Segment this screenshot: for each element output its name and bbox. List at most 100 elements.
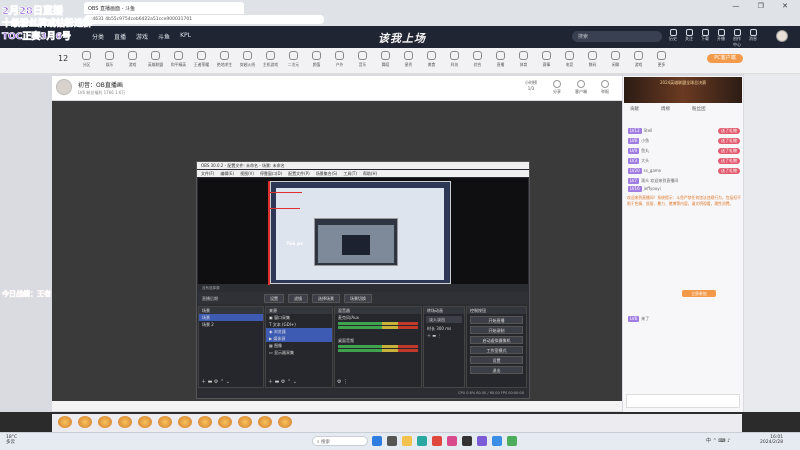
category-item[interactable]: 赛事 [536, 50, 557, 67]
share-button[interactable]: 分享 [546, 80, 568, 95]
gift-icon[interactable] [238, 416, 252, 428]
category-item[interactable]: 科技 [444, 50, 465, 67]
weather-widget[interactable]: 18°C 多云 [6, 435, 17, 445]
app-icon[interactable] [492, 436, 502, 446]
search-input[interactable]: 搜索 [572, 31, 662, 42]
player-control-bar[interactable] [52, 401, 622, 411]
category-item[interactable]: 体育 [513, 50, 534, 67]
nav-item[interactable]: KPL [180, 32, 191, 41]
obs-menu-item[interactable]: 帮助(H) [363, 171, 377, 176]
scene-item[interactable]: 场景 [199, 314, 263, 321]
obs-transition-button[interactable]: 场景切换 [344, 294, 372, 303]
event-logo[interactable]: 该我上场 [378, 30, 426, 46]
report-button[interactable]: 举报 [594, 80, 616, 95]
source-item[interactable]: ▣ 窗口采集 [266, 314, 332, 321]
category-item[interactable]: 户外 [329, 50, 350, 67]
address-bar[interactable]: s4631 4b55c9754ceb6422a51cce900031701 [84, 15, 324, 24]
nav-item[interactable]: 分类 [92, 32, 104, 41]
gift-icon[interactable] [58, 416, 72, 428]
nav-item[interactable]: 游戏 [136, 32, 148, 41]
category-item[interactable]: 穿越火线 [237, 50, 258, 67]
transition-select[interactable]: 淡入淡出 [426, 316, 462, 323]
chat-input[interactable] [626, 394, 740, 408]
obs-menu-item[interactable]: 配置文件(P) [288, 171, 310, 176]
start-recording-button[interactable]: 开始录制 [470, 326, 523, 334]
explorer-icon[interactable] [402, 436, 412, 446]
message-icon[interactable]: 消息 [748, 29, 758, 48]
scene-item[interactable]: 场景 2 [199, 321, 263, 328]
volume-meter[interactable] [338, 322, 418, 325]
obs-menu-item[interactable]: 场景集合(S) [316, 171, 338, 176]
chrome-icon[interactable] [432, 436, 442, 446]
nav-item[interactable]: 斗鱼 [158, 32, 170, 41]
dock-tools[interactable]: ＋ ▬ ⚙ ⌃ ⌄ [268, 378, 297, 385]
app-icon[interactable] [507, 436, 517, 446]
gift-icon[interactable] [178, 416, 192, 428]
source-item[interactable]: T 文本 (GDI+) [266, 321, 332, 328]
category-item[interactable]: 美食 [421, 50, 442, 67]
volume-meter[interactable] [338, 326, 418, 329]
browser-tab[interactable]: OBS 直播画面 - 斗鱼 [84, 2, 244, 14]
source-item[interactable]: ▭ 显示器采集 [266, 349, 332, 356]
transition-tools[interactable]: ＋ ▬ ⋮ [424, 332, 464, 339]
virtual-camera-button[interactable]: 启动虚拟摄像机 [470, 336, 523, 344]
category-item[interactable]: 星秀 [398, 50, 419, 67]
gift-icon[interactable] [138, 416, 152, 428]
gift-icon[interactable] [98, 416, 112, 428]
source-item[interactable]: ▦ 图像 [266, 342, 332, 349]
obs-settings-button[interactable]: 设置 [264, 294, 284, 303]
obs-filter-button[interactable]: 滤镜 [288, 294, 308, 303]
gift-icon[interactable] [118, 416, 132, 428]
nav-item[interactable]: 直播 [114, 32, 126, 41]
category-item[interactable]: 综合 [467, 50, 488, 67]
obs-settings-button[interactable]: 设置 [470, 356, 523, 364]
follow-icon[interactable]: 关注 [684, 29, 694, 48]
clock[interactable]: 16:01 2024/2/28 [760, 435, 783, 445]
obs-menu-item[interactable]: 停靠窗口(D) [260, 171, 282, 176]
tab-contribution[interactable]: 贡献 [630, 106, 639, 112]
category-item[interactable]: 音乐 [352, 50, 373, 67]
obs-icon[interactable] [462, 436, 472, 446]
obs-select-scene-button[interactable]: 选择场景 [312, 294, 340, 303]
join-button[interactable]: 立即参加 [682, 290, 716, 297]
obs-menu-item[interactable]: 编辑(E) [220, 171, 234, 176]
gift-icon[interactable] [218, 416, 232, 428]
creator-icon[interactable]: 创作中心 [732, 29, 742, 48]
tab-fans[interactable]: 粉丝团 [692, 106, 706, 112]
category-item[interactable]: 颜值 [306, 50, 327, 67]
category-item[interactable]: 英雄联盟 [145, 50, 166, 67]
window-controls[interactable]: — ❐ ✕ [732, 2, 796, 10]
studio-mode-button[interactable]: 工作室模式 [470, 346, 523, 354]
category-item[interactable]: 主机游戏 [260, 50, 281, 67]
pc-client-button[interactable]: PC客户端 [707, 54, 743, 63]
edge-icon[interactable] [417, 436, 427, 446]
tab-weekly[interactable]: 周榜 [661, 106, 670, 112]
category-item[interactable]: 分区 [76, 50, 97, 67]
user-avatar[interactable] [776, 30, 788, 42]
category-item[interactable]: 王者荣耀 [191, 50, 212, 67]
category-item[interactable]: 更多 [651, 50, 672, 67]
start-streaming-button[interactable]: 开始直播 [470, 316, 523, 324]
category-item[interactable]: 游戏 [122, 50, 143, 67]
obs-menu-item[interactable]: 视图(V) [240, 171, 254, 176]
system-tray[interactable]: 中 ⌃ ⌨ ♪ [706, 437, 730, 444]
category-item[interactable]: 二次元 [283, 50, 304, 67]
broadcast-icon[interactable]: 开播 [716, 29, 726, 48]
category-item[interactable]: 舞蹈 [375, 50, 396, 67]
exit-button[interactable]: 退出 [470, 366, 523, 374]
history-icon[interactable]: 历史 [668, 29, 678, 48]
source-item[interactable]: ◉ 浏览器 [266, 328, 332, 335]
obs-menu-item[interactable]: 文件(F) [201, 171, 214, 176]
streamer-avatar[interactable] [56, 79, 72, 95]
category-item[interactable]: 和平精英 [168, 50, 189, 67]
category-item[interactable]: 闲聊 [605, 50, 626, 67]
gift-icon[interactable] [278, 416, 292, 428]
volume-meter[interactable] [338, 345, 418, 348]
hour-rank[interactable]: 小时榜 1/3 [520, 80, 542, 91]
gift-icon[interactable] [258, 416, 272, 428]
app-icon[interactable] [447, 436, 457, 446]
gift-icon[interactable] [78, 416, 92, 428]
taskview-icon[interactable] [387, 436, 397, 446]
dock-tools[interactable]: ＋ ▬ ⚙ ⌃ ⌄ [201, 378, 230, 385]
download-icon[interactable]: 下载 [700, 29, 710, 48]
